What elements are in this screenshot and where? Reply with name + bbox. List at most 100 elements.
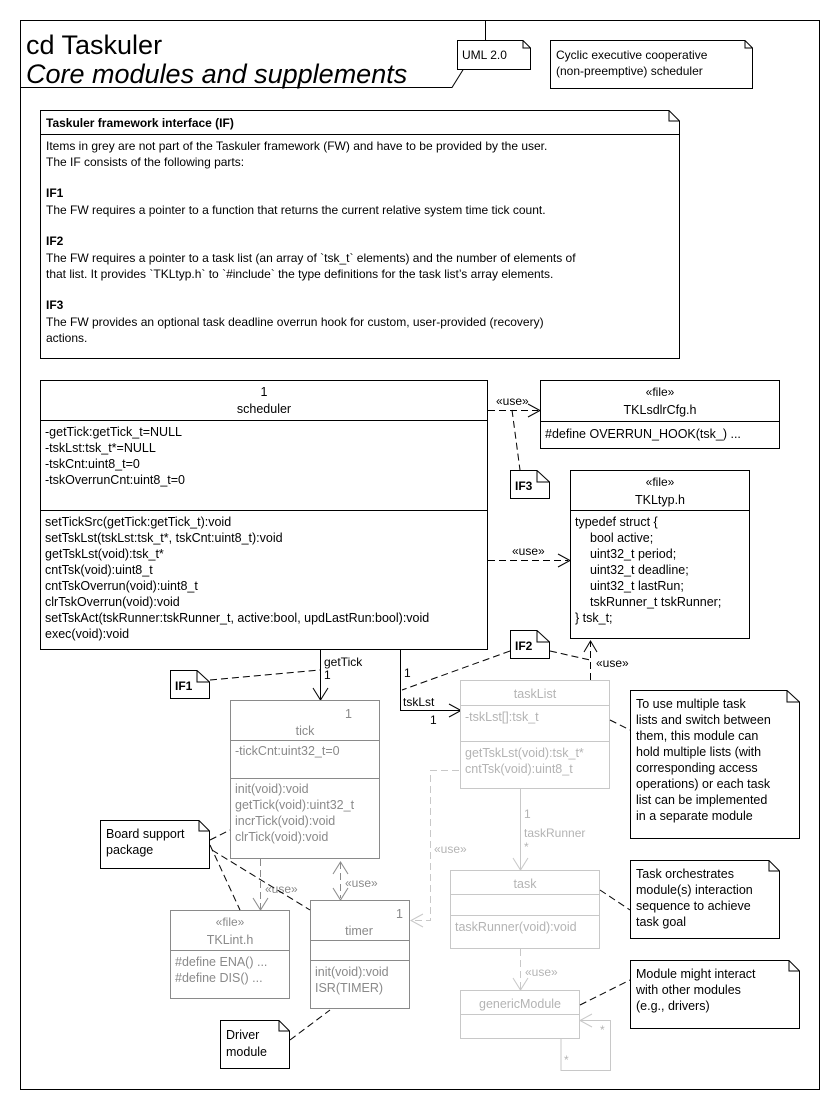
diagram-subtitle: Core modules and supplements <box>26 59 407 89</box>
tklsdlrcfg-file[interactable]: «file» TKLsdlrCfg.h #define OVERRUN_HOOK… <box>540 380 780 449</box>
note-line: package <box>106 843 153 857</box>
multiplicity-label: 1 <box>524 807 531 821</box>
use-dependency-typ: «use» <box>488 544 572 568</box>
operation: ISR(TIMER) <box>315 981 383 995</box>
note-line: Task orchestrates <box>636 867 734 881</box>
if2-anchor-line-2 <box>549 650 591 661</box>
operation: incrTick(void):void <box>235 814 335 828</box>
if1-tag-text: IF1 <box>175 679 193 693</box>
if-note-intro: Items in grey are not part of the Taskul… <box>46 139 547 153</box>
task-note: Task orchestrates module(s) interaction … <box>630 860 780 939</box>
role-label: getTick <box>324 655 363 669</box>
if2-heading: IF2 <box>46 234 64 248</box>
note-line: Board support <box>106 827 185 841</box>
file-stereotype: «file» <box>216 915 245 929</box>
class-multiplicity: 1 <box>345 707 352 721</box>
multiplicity-label: * <box>600 1023 605 1037</box>
multiplicity-label: * <box>564 1053 569 1067</box>
genericmodule-class[interactable]: genericModule * * <box>460 990 611 1071</box>
tklint-file[interactable]: «file» TKLint.h #define ENA() ... #defin… <box>170 910 290 999</box>
role-label: tskLst <box>403 695 435 709</box>
driver-anchor <box>289 1009 331 1041</box>
note-line: Cyclic executive cooperative <box>556 48 708 62</box>
if3-tag-text: IF3 <box>515 479 533 493</box>
multiplicity-label: 1 <box>404 666 411 680</box>
tick-class[interactable]: 1 tick -tickCnt:uint32_t=0 init(void):vo… <box>230 700 380 859</box>
uml-class-diagram: cd Taskuler Core modules and supplements… <box>20 20 820 1090</box>
operation: getTick(void):uint32_t <box>235 798 355 812</box>
file-body-line: uint32_t lastRun; <box>590 579 684 593</box>
multiplicity-label: 1 <box>430 713 437 727</box>
note-line: Module might interact <box>636 967 756 981</box>
multiplicity-label: * <box>524 840 529 854</box>
note-line: module <box>226 1045 267 1059</box>
tkltyp-file[interactable]: «file» TKLtyp.h typedef struct { bool ac… <box>570 470 750 639</box>
use-label: «use» <box>345 876 378 890</box>
use-label: «use» <box>525 965 558 979</box>
if2-tag-text: IF2 <box>515 639 533 653</box>
bsp-note: Board support package <box>100 820 210 869</box>
note-line: lists and switch between <box>636 713 771 727</box>
tasklist-note-anchor <box>609 719 631 731</box>
if2-tag: IF2 <box>510 630 550 659</box>
file-body-line: bool active; <box>590 531 653 545</box>
driver-note: Driver module <box>220 1020 290 1069</box>
note-line: (e.g., drivers) <box>636 999 710 1013</box>
operation: taskRunner(void):void <box>455 920 577 934</box>
tasklist-class[interactable]: taskList -tskLst[]:tsk_t getTskLst(void)… <box>460 680 610 789</box>
if3-anchor-line <box>511 409 521 471</box>
operation: exec(void):void <box>45 627 129 641</box>
task-class[interactable]: task taskRunner(void):void <box>450 870 600 949</box>
bsp-anchor-tick <box>209 829 231 841</box>
framework-interface-note: Taskuler framework interface (IF) Items … <box>40 110 680 359</box>
scheduler-description-note: Cyclic executive cooperative (non-preemp… <box>550 40 753 89</box>
class-name: taskList <box>514 687 557 701</box>
file-stereotype: «file» <box>646 385 675 399</box>
class-name: task <box>514 877 538 891</box>
file-body-line: tskRunner_t tskRunner; <box>590 595 721 609</box>
scheduler-class[interactable]: 1 scheduler -getTick:getTick_t=NULL -tsk… <box>40 380 488 650</box>
attribute: -tskLst[]:tsk_t <box>465 710 539 724</box>
operation: init(void):void <box>315 965 389 979</box>
note-line: corresponding access <box>636 761 758 775</box>
file-body-line: #define ENA() ... <box>175 955 267 969</box>
note-line: Driver <box>226 1028 259 1042</box>
note-line: task goal <box>636 915 686 929</box>
file-name: TKLtyp.h <box>635 493 685 507</box>
note-line: them, this module can <box>636 729 758 743</box>
timer-class[interactable]: 1 timer init(void):void ISR(TIMER) <box>310 900 410 1009</box>
multiplicity-label: 1 <box>324 668 331 682</box>
class-name: timer <box>345 924 373 938</box>
gettick-association: getTick 1 <box>312 650 363 701</box>
generic-note: Module might interact with other modules… <box>630 960 800 1029</box>
operation: getTskLst(void):tsk_t* <box>465 746 584 760</box>
file-stereotype: «file» <box>646 475 675 489</box>
operation: init(void):void <box>235 782 309 796</box>
if3-heading: IF3 <box>46 298 64 312</box>
attribute: -tskOverrunCnt:uint8_t=0 <box>45 473 185 487</box>
role-label: taskRunner <box>524 826 585 840</box>
file-body-line: #define OVERRUN_HOOK(tsk_) ... <box>545 427 741 441</box>
if-note-intro: The IF consists of the following parts: <box>46 155 244 169</box>
uml-version-text: UML 2.0 <box>462 48 507 62</box>
file-body-line: uint32_t deadline; <box>590 563 689 577</box>
note-line: sequence to achieve <box>636 899 751 913</box>
note-line: operations) or each task <box>636 777 771 791</box>
note-line: list can be implemented <box>636 793 767 807</box>
if2-text: that list. It provides `TKLtyp.h` to `#i… <box>46 267 553 281</box>
class-multiplicity: 1 <box>396 907 403 921</box>
file-name: TKLint.h <box>207 933 254 947</box>
if3-text: actions. <box>46 331 87 345</box>
diagram-kind: cd Taskuler <box>26 30 162 60</box>
attribute: -tskLst:tsk_t*=NULL <box>45 441 156 455</box>
file-body-line: } tsk_t; <box>575 611 613 625</box>
generic-note-anchor <box>579 979 631 1006</box>
note-line: hold multiple lists (with <box>636 745 761 759</box>
if-note-title: Taskuler framework interface (IF) <box>46 116 234 130</box>
if3-text: The FW provides an optional task deadlin… <box>46 315 544 329</box>
note-line: with other modules <box>635 983 741 997</box>
if2-text: The FW requires a pointer to a task list… <box>46 251 576 265</box>
if1-text: The FW requires a pointer to a function … <box>46 203 546 217</box>
note-line: module(s) interaction <box>636 883 753 897</box>
operation: getTskLst(void):tsk_t* <box>45 547 164 561</box>
